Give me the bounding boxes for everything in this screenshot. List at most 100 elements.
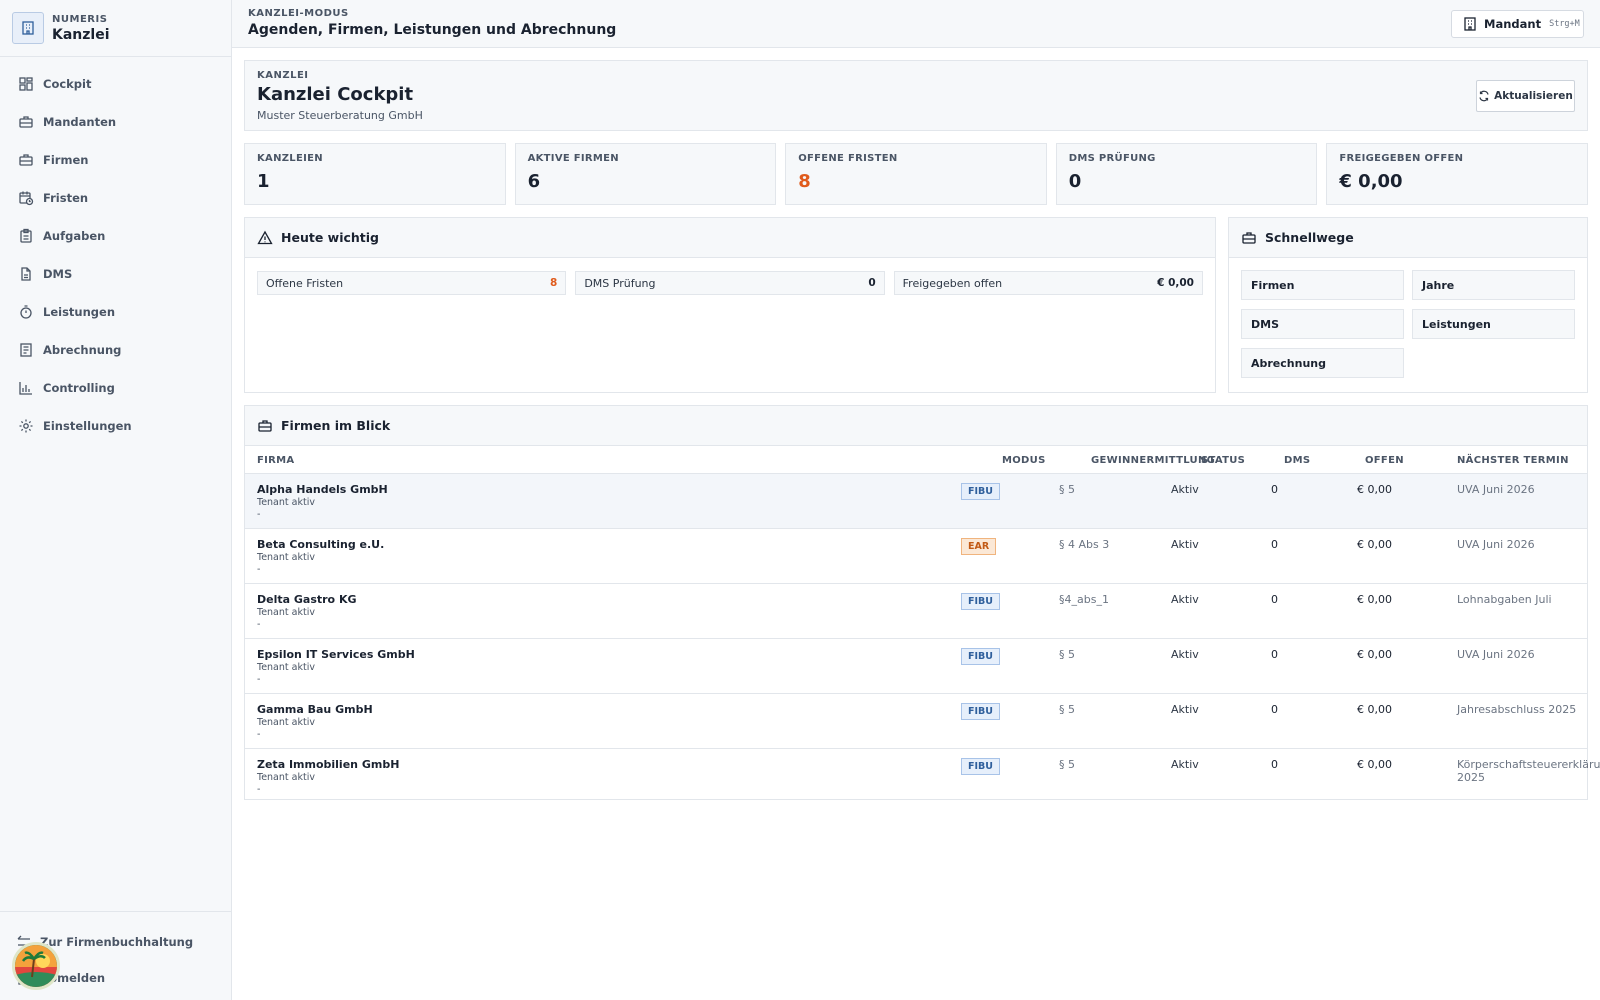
firm-tenant: Tenant aktiv [257,607,315,618]
firm-tenant: Tenant aktiv [257,772,315,783]
sidebar-item-mandanten[interactable]: Mandanten [0,103,231,141]
table-row[interactable]: Gamma Bau GmbH Tenant aktiv - FIBU § 5 A… [245,694,1587,749]
sidebar-item-label: Leistungen [43,305,116,319]
firm-name: Gamma Bau GmbH [257,703,373,716]
gewinnermittlung: § 5 [1059,648,1075,661]
firm-tenant: Tenant aktiv [257,552,315,563]
kpi-label: OFFENE FRISTEN [798,153,898,164]
briefcase-icon [258,419,272,432]
open-amount: € 0,00 [1357,648,1392,661]
sidebar-item-leistungen[interactable]: Leistungen [0,293,231,331]
status: Aktiv [1171,648,1199,661]
dms-count: 0 [1271,758,1278,771]
sidebar-item-fristen[interactable]: Fristen [0,179,231,217]
gewinnermittlung: § 5 [1059,703,1075,716]
column-header: STATUS [1201,455,1246,466]
panel-header: Firmen im Blick [245,406,1587,446]
quick-links-panel: Schnellwege Firmen Jahre DMS Leistungen … [1228,217,1588,393]
kpi-label: FREIGEGEBEN OFFEN [1339,153,1464,164]
next-deadline: UVA Juni 2026 [1457,483,1535,496]
table-row[interactable]: Epsilon IT Services GmbH Tenant aktiv - … [245,639,1587,694]
open-amount: € 0,00 [1357,538,1392,551]
panel-title: Heute wichtig [281,230,379,245]
firm-name: Alpha Handels GmbH [257,483,388,496]
quick-link-leistungen[interactable]: Leistungen [1412,309,1575,339]
today-item[interactable]: DMS Prüfung 0 [575,271,885,295]
kpi-card: KANZLEIEN 1 [244,143,506,205]
table-row[interactable]: Alpha Handels GmbH Tenant aktiv - FIBU §… [245,474,1587,529]
page-title: Agenden, Firmen, Leistungen und Abrechnu… [248,22,617,38]
column-header: OFFEN [1365,455,1404,466]
kpi-value: 6 [527,171,541,192]
quick-link-jahre[interactable]: Jahre [1412,270,1575,300]
brand-sub: NUMERIS [52,13,108,25]
sidebar-item-aufgaben[interactable]: Aufgaben [0,217,231,255]
hero-title: Kanzlei Cockpit [257,84,414,105]
firm-tenant: Tenant aktiv [257,717,315,728]
today-items: Offene Fristen 8 DMS Prüfung 0 Freigegeb… [257,271,1203,295]
next-deadline: Körperschaftsteuererklärung 2025 [1457,758,1600,784]
warning-icon [257,230,273,244]
file-icon [21,267,31,281]
modus-badge: FIBU [961,593,1000,610]
hero-sub: KANZLEI [257,70,309,81]
quick-link-firmen[interactable]: Firmen [1241,270,1404,300]
status: Aktiv [1171,538,1199,551]
briefcase-icon [19,154,33,166]
avatar[interactable] [12,942,60,990]
sidebar-item-cockpit[interactable]: Cockpit [0,65,231,103]
modus-badge: EAR [961,538,997,555]
sidebar-item-label: DMS [43,267,73,281]
table-row[interactable]: Beta Consulting e.U. Tenant aktiv - EAR … [245,529,1587,584]
today-item-label: Offene Fristen [266,276,344,290]
firm-note: - [257,729,261,740]
refresh-label: Aktualisieren [1494,90,1573,102]
sidebar-item-einstellungen[interactable]: Einstellungen [0,407,231,445]
kpi-value: 8 [798,171,811,192]
bar-chart-icon [19,382,32,395]
kpi-value: 0 [1068,171,1082,192]
refresh-button[interactable]: Aktualisieren [1476,80,1575,112]
gear-icon [19,419,33,433]
grid-icon [19,77,33,91]
firm-note: - [257,509,261,520]
open-amount: € 0,00 [1357,593,1392,606]
open-amount: € 0,00 [1357,758,1392,771]
today-panel: Heute wichtig Offene Fristen 8 DMS Prüfu… [244,217,1216,393]
today-item-value: € 0,00 [1157,277,1194,289]
today-item-label: Freigegeben offen [902,276,1003,290]
sidebar-item-controlling[interactable]: Controlling [0,369,231,407]
topbar: KANZLEI-MODUS Agenden, Firmen, Leistunge… [232,0,1600,48]
sidebar-item-label: Cockpit [43,77,92,91]
firms-panel: Firmen im Blick FIRMA MODUS GEWINNERMITT… [244,405,1600,800]
kpi-card: FREIGEGEBEN OFFEN € 0,00 [1326,143,1588,205]
sidebar-item-dms[interactable]: DMS [0,255,231,293]
modus-badge: FIBU [961,703,1000,720]
quick-link-abrechnung[interactable]: Abrechnung [1241,348,1404,378]
firm-name: Delta Gastro KG [257,593,357,606]
table-row[interactable]: Zeta Immobilien GmbH Tenant aktiv - FIBU… [245,749,1600,804]
panel-title: Schnellwege [1265,230,1354,245]
sidebar-item-label: Mandanten [43,115,117,129]
quick-link-dms[interactable]: DMS [1241,309,1404,339]
status: Aktiv [1171,703,1199,716]
sidebar-item-abrechnung[interactable]: Abrechnung [0,331,231,369]
dms-count: 0 [1271,483,1278,496]
kpi-label: DMS PRÜFUNG [1068,153,1156,164]
column-header: GEWINNERMITTLUNG [1091,455,1216,466]
sidebar-item-firmen[interactable]: Firmen [0,141,231,179]
hero-desc: Muster Steuerberatung GmbH [257,109,423,122]
today-item[interactable]: Freigegeben offen € 0,00 [893,271,1203,295]
table-row[interactable]: Delta Gastro KG Tenant aktiv - FIBU §4_a… [245,584,1587,639]
sidebar-item-label: Firmen [43,153,89,167]
today-item[interactable]: Offene Fristen 8 [257,271,567,295]
column-header: NÄCHSTER TERMIN [1457,455,1569,466]
switch-label: Zur Firmenbuchhaltung [40,935,194,949]
open-amount: € 0,00 [1357,483,1392,496]
main-content: KANZLEI Kanzlei Cockpit Muster Steuerber… [244,60,1600,800]
next-deadline: Lohnabgaben Juli [1457,593,1552,606]
table-header: FIRMA MODUS GEWINNERMITTLUNG STATUS DMS … [245,446,1587,474]
briefcase-icon [1242,231,1256,244]
mandant-switch-button[interactable]: Mandant Strg+M [1451,10,1584,38]
sidebar-item-label: Abrechnung [43,343,122,357]
